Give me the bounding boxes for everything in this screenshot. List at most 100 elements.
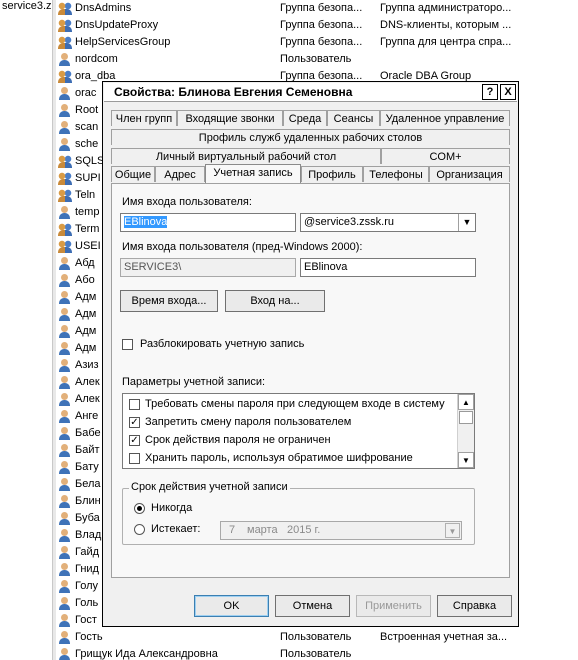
- tab-environment[interactable]: Среда: [283, 110, 327, 126]
- list-item-name: Гнид: [75, 563, 99, 575]
- list-item-name: Голь: [75, 597, 99, 609]
- date-day: 7: [229, 524, 236, 536]
- never-radio[interactable]: [134, 503, 145, 514]
- help-icon[interactable]: ?: [482, 84, 498, 100]
- dialog-titlebar[interactable]: Свойства: Блинова Евгения Семеновна ? X: [104, 83, 517, 102]
- user-icon: [58, 376, 72, 389]
- account-options-label: Параметры учетной записи:: [122, 376, 266, 388]
- date-month: марта: [247, 524, 278, 536]
- tab-general[interactable]: Общие: [111, 166, 155, 182]
- user-icon: [58, 257, 72, 270]
- list-item-name: HelpServicesGroup: [75, 36, 171, 48]
- list-item[interactable]: HelpServicesGroup Группа безопа... Группа …: [56, 34, 578, 51]
- option-checkbox[interactable]: [129, 453, 140, 464]
- list-item[interactable]: DnsUpdateProxy Группа безопа... DNS-клиент…: [56, 17, 578, 34]
- tab-rds-profile[interactable]: Профиль служб удаленных рабочих столов: [111, 129, 510, 145]
- group-icon: [58, 36, 72, 49]
- ok-button[interactable]: OK: [194, 595, 269, 617]
- list-item-name: Гайд: [75, 546, 100, 558]
- user-icon: [58, 87, 72, 100]
- list-item-name: Бабе: [75, 427, 101, 439]
- user-icon: [58, 393, 72, 406]
- user-icon: [58, 138, 72, 151]
- user-icon: [58, 121, 72, 134]
- user-icon: [58, 308, 72, 321]
- option-checkbox[interactable]: ✓: [129, 435, 140, 446]
- tab-dial-in[interactable]: Входящие звонки: [177, 110, 283, 126]
- option-item[interactable]: Хранить пароль, используя обратимое шифр…: [123, 450, 458, 468]
- list-item-name: USEI: [75, 240, 101, 252]
- expiry-date-picker[interactable]: 7 марта 2015 г. ▼: [220, 521, 462, 540]
- user-icon: [58, 648, 72, 660]
- list-item-name: Teln: [75, 189, 96, 201]
- user-icon: [58, 495, 72, 508]
- logon-hours-button[interactable]: Время входа...: [120, 290, 218, 312]
- list-item-name: Анге: [75, 410, 99, 422]
- user-icon: [58, 478, 72, 491]
- logon-name-label: Имя входа пользователя:: [122, 196, 252, 208]
- list-item-name: Абд: [75, 257, 95, 269]
- option-checkbox[interactable]: ✓: [129, 417, 140, 428]
- tree-node-domain[interactable]: service3.z: [2, 0, 52, 12]
- tab-row-3: Личный виртуальный рабочий стол COM+: [111, 148, 510, 165]
- user-icon: [58, 427, 72, 440]
- calendar-dropdown-icon[interactable]: ▼: [445, 523, 460, 538]
- tab-member-of[interactable]: Член групп: [111, 110, 177, 126]
- pre2000-name-input[interactable]: EBlinova: [300, 258, 476, 277]
- logon-to-button[interactable]: Вход на...: [225, 290, 325, 312]
- option-item[interactable]: Требовать смены пароля при следующем вхо…: [123, 396, 458, 414]
- option-item[interactable]: ✓ Срок действия пароля не ограничен: [123, 432, 458, 450]
- list-item[interactable]: DnsAdmins Группа безопа... Группа админист…: [56, 0, 578, 17]
- tab-sessions[interactable]: Сеансы: [327, 110, 380, 126]
- tab-profile[interactable]: Профиль: [301, 166, 363, 182]
- chevron-down-icon[interactable]: ▼: [458, 214, 475, 231]
- list-item-name: DnsAdmins: [75, 2, 132, 14]
- tab-row-4: Общие Адрес Учетная запись Профиль Телеф…: [111, 164, 510, 183]
- tab-remote-control[interactable]: Удаленное управление: [380, 110, 510, 126]
- option-checkbox[interactable]: [129, 399, 140, 410]
- list-item-name: Term: [75, 223, 100, 235]
- list-item-name: Грищук Ида Александровна: [75, 648, 218, 660]
- tab-personal-vdi[interactable]: Личный виртуальный рабочий стол: [111, 148, 381, 164]
- option-item[interactable]: ✓ Запретить смену пароля пользователем: [123, 414, 458, 432]
- group-icon: [58, 172, 72, 185]
- user-icon: [58, 512, 72, 525]
- dialog-title: Свойства: Блинова Евгения Семеновна: [114, 85, 353, 99]
- user-icon: [58, 325, 72, 338]
- pre2000-name-value: EBlinova: [304, 261, 348, 273]
- user-icon: [58, 206, 72, 219]
- user-icon: [58, 546, 72, 559]
- tab-address[interactable]: Адрес: [155, 166, 205, 182]
- logon-name-input[interactable]: EBlinova: [120, 213, 296, 232]
- scroll-up-icon[interactable]: ▲: [458, 394, 474, 410]
- list-item-type: Пользователь: [280, 631, 352, 643]
- account-options-list[interactable]: ▲ ▼ Требовать смены пароля при следующем…: [122, 393, 475, 469]
- list-item[interactable]: nordcom Пользователь: [56, 51, 578, 68]
- cancel-button[interactable]: Отмена: [275, 595, 350, 617]
- scroll-thumb[interactable]: [459, 411, 473, 424]
- list-item[interactable]: Грищук Ида Александровна Пользователь: [56, 646, 578, 660]
- list-item-name: Адм: [75, 308, 97, 320]
- domain-suffix-select[interactable]: @service3.zssk.ru ▼: [300, 213, 476, 232]
- tab-organization[interactable]: Организация: [429, 166, 510, 182]
- list-item-type: Группа безопа...: [280, 19, 363, 31]
- list-item[interactable]: Гость Пользователь Встроенная учетная за..…: [56, 629, 578, 646]
- help-button[interactable]: Справка: [437, 595, 512, 617]
- list-item-name: Root: [75, 104, 99, 116]
- pre2000-domain-value: SERVICE3\: [124, 261, 182, 273]
- tab-com-plus[interactable]: COM+: [381, 148, 510, 164]
- list-item-name: Байт: [75, 444, 100, 456]
- tab-account[interactable]: Учетная запись: [205, 164, 301, 183]
- list-item-name: Бату: [75, 461, 99, 473]
- list-item-name: orac: [75, 87, 97, 99]
- tab-telephones[interactable]: Телефоны: [363, 166, 429, 182]
- unlock-checkbox[interactable]: [122, 339, 133, 350]
- list-item-name: Бела: [75, 478, 101, 490]
- group-icon: [58, 223, 72, 236]
- close-icon[interactable]: X: [500, 84, 516, 100]
- end-of-radio[interactable]: [134, 524, 145, 535]
- apply-button[interactable]: Применить: [356, 595, 431, 617]
- options-scrollbar[interactable]: ▲ ▼: [457, 394, 474, 468]
- account-expires-label: Срок действия учетной записи: [129, 481, 290, 493]
- scroll-down-icon[interactable]: ▼: [458, 452, 474, 468]
